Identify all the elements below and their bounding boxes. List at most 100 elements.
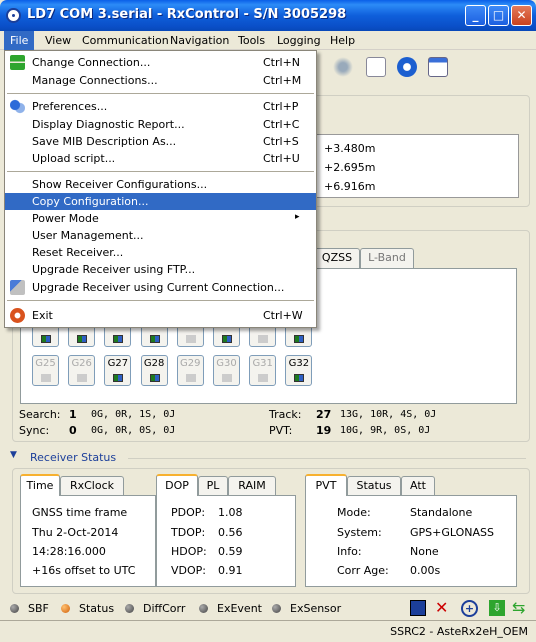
menu-item-power-mode[interactable]: Power Mode ▸: [5, 210, 316, 227]
menu-item-exit[interactable]: Exit Ctrl+W: [5, 307, 316, 324]
menu-item-upgrade-current[interactable]: Upgrade Receiver using Current Connectio…: [5, 279, 316, 296]
menu-item-reset-receiver[interactable]: Reset Receiver...: [5, 244, 316, 261]
satellite-label: G26: [71, 358, 92, 369]
menu-item-shortcut: Ctrl+W: [263, 309, 303, 322]
position-box: +3.480m +2.695m +6.916m: [314, 134, 519, 198]
signal-bars-icon: [258, 374, 269, 382]
status-led-icon: [61, 604, 70, 613]
menu-item-upload-script[interactable]: Upload script... Ctrl+U: [5, 150, 316, 167]
menu-item-shortcut: Ctrl+S: [263, 135, 299, 148]
menu-file[interactable]: File: [4, 31, 35, 50]
diffcorr-led-icon: [125, 604, 134, 613]
search-icon[interactable]: [397, 57, 417, 77]
menu-item-label: Manage Connections...: [32, 74, 158, 87]
satellite-g28[interactable]: G28: [140, 355, 168, 386]
menu-item-save-mib[interactable]: Save MIB Description As... Ctrl+S: [5, 133, 316, 150]
menu-item-label: Preferences...: [32, 100, 108, 113]
tab-pvt[interactable]: PVT: [305, 474, 347, 496]
receiver-status-header[interactable]: ▼ Receiver Status: [10, 450, 530, 466]
window-title: LD7 COM 3.serial - RxControl - S/N 30052…: [27, 7, 347, 22]
tab-status[interactable]: Status: [347, 476, 401, 496]
minimize-button[interactable]: _: [465, 5, 486, 26]
menu-item-change-connection[interactable]: Change Connection... Ctrl+N: [5, 54, 316, 71]
add-icon[interactable]: +: [461, 600, 478, 617]
info-value: None: [410, 545, 439, 558]
menu-item-user-management[interactable]: User Management...: [5, 227, 316, 244]
pvt-detail: 10G, 9R, 0S, 0J: [340, 425, 431, 436]
position-north: +2.695m: [324, 161, 376, 174]
dop-box: PDOP: 1.08 TDOP: 0.56 HDOP: 0.59 VDOP: 0…: [156, 495, 296, 587]
menu-view[interactable]: View: [45, 34, 71, 47]
tab-time[interactable]: Time: [20, 474, 60, 496]
menu-navigation[interactable]: Navigation: [170, 34, 229, 47]
satellite-g25[interactable]: G25: [32, 355, 59, 386]
tab-raim[interactable]: RAIM: [228, 476, 276, 496]
sync-arrows-icon[interactable]: ⇆: [512, 599, 525, 617]
satellite-label: G30: [216, 358, 237, 369]
corr-age-value: 0.00s: [410, 564, 441, 577]
satellite-g29[interactable]: G29: [176, 355, 204, 386]
menu-item-copy-configuration[interactable]: Copy Configuration...: [5, 193, 316, 210]
menu-item-show-configurations[interactable]: Show Receiver Configurations...: [5, 176, 316, 193]
satellite-g30[interactable]: G30: [213, 355, 240, 386]
tab-dop[interactable]: DOP: [156, 474, 198, 496]
exevent-label: ExEvent: [217, 602, 262, 615]
info-label: Info:: [337, 545, 362, 558]
time-box: GNSS time frame Thu 2-Oct-2014 14:28:16.…: [20, 495, 156, 587]
satellite-g26[interactable]: G26: [68, 355, 96, 386]
menu-separator: [7, 93, 314, 94]
menu-item-diagnostic-report[interactable]: Display Diagnostic Report... Ctrl+C: [5, 116, 316, 133]
sync-label: Sync:: [19, 424, 50, 437]
signal-bars-icon: [258, 335, 269, 343]
system-value: GPS+GLONASS: [410, 526, 494, 539]
disconnect-icon[interactable]: ✕: [435, 599, 448, 617]
tab-att[interactable]: Att: [401, 476, 435, 496]
signal-bars-icon: [185, 374, 196, 382]
menu-logging[interactable]: Logging: [277, 34, 321, 47]
close-button[interactable]: ✕: [511, 5, 532, 26]
time-date: Thu 2-Oct-2014: [32, 526, 119, 539]
menu-help[interactable]: Help: [330, 34, 355, 47]
hdop-value: 0.59: [218, 545, 243, 558]
download-icon[interactable]: ⇩: [489, 600, 505, 616]
maximize-button[interactable]: □: [488, 5, 509, 26]
menu-item-upgrade-ftp[interactable]: Upgrade Receiver using FTP...: [5, 261, 316, 278]
save-icon[interactable]: [410, 600, 426, 616]
tab-rxclock[interactable]: RxClock: [60, 476, 124, 496]
menu-communication[interactable]: Communication: [82, 34, 169, 47]
satellite-icon[interactable]: [333, 57, 353, 77]
exsensor-label: ExSensor: [290, 602, 342, 615]
search-label: Search:: [19, 408, 61, 421]
submenu-arrow-icon: ▸: [295, 212, 300, 222]
signal-bars-icon: [222, 374, 232, 382]
pdop-value: 1.08: [218, 506, 243, 519]
collapse-triangle-icon[interactable]: ▼: [10, 450, 17, 460]
menu-separator: [7, 171, 314, 172]
status-label: Status: [79, 602, 115, 615]
signal-bars-icon: [294, 335, 305, 343]
tab-l-band[interactable]: L-Band: [360, 248, 414, 268]
satellite-g31[interactable]: G31: [249, 355, 277, 386]
signal-bars-icon: [149, 374, 160, 382]
satellite-g27[interactable]: G27: [104, 355, 132, 386]
exsensor-led-icon: [272, 604, 281, 613]
pdop-label: PDOP:: [171, 506, 206, 519]
status-bar: SSRC2 - AsteRx2eH_OEM: [0, 620, 536, 642]
signal-bars-icon: [149, 335, 160, 343]
tab-qzss[interactable]: QZSS: [314, 248, 360, 268]
menu-item-preferences[interactable]: Preferences... Ctrl+P: [5, 98, 316, 115]
window-icon[interactable]: [428, 57, 448, 77]
satellite-g32[interactable]: G32: [285, 355, 313, 386]
menu-tools[interactable]: Tools: [238, 34, 265, 47]
position-panel: +3.480m +2.695m +6.916m: [310, 95, 530, 207]
chart-icon[interactable]: [366, 57, 386, 77]
satellite-label: G31: [252, 358, 273, 369]
led-status-row: SBF Status DiffCorr ExEvent ExSensor ✕ +…: [0, 598, 536, 620]
tab-pl[interactable]: PL: [198, 476, 228, 496]
app-icon[interactable]: [6, 8, 21, 23]
signal-bars-icon: [41, 335, 51, 343]
search-count: 1: [69, 408, 77, 421]
corr-age-label: Corr Age:: [337, 564, 389, 577]
satellite-label: G25: [35, 358, 56, 369]
menu-item-manage-connections[interactable]: Manage Connections... Ctrl+M: [5, 72, 316, 89]
